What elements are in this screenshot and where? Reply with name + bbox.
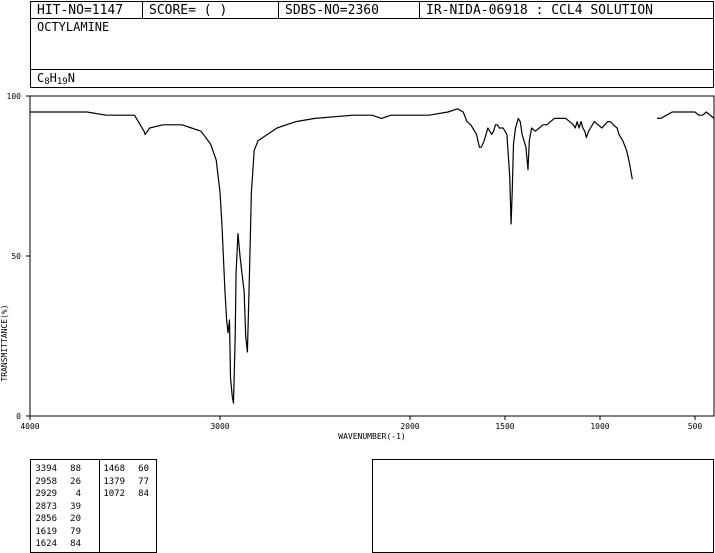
axis-ticks: 4000 3000 2000 1500 1000 500 0 50 100 [7,92,703,431]
peak-table-box: 3394 88 2958 26 2929 4 2873 39 2856 20 1619 79 1624 8… [30,459,157,553]
peak-wavenumber: 1072 [103,489,125,499]
peak-row: 1072 84 [101,488,149,501]
structure-box [372,459,714,553]
x-tick-label: 1500 [495,422,514,431]
peak-transmittance: 39 [70,501,81,512]
peak-row: 1379 77 [101,476,149,489]
peak-row: 2929 4 [33,488,81,501]
x-tick-label: 2000 [400,422,419,431]
spectrum-series [30,108,715,404]
y-tick-label: 100 [7,92,22,101]
x-tick-label: 4000 [20,422,39,431]
y-axis-label: TRANSMITTANCE(%) [0,304,9,381]
formula-box: C8H19N [30,69,714,88]
peak-transmittance: 79 [70,526,81,537]
peak-transmittance: 26 [70,476,81,487]
x-tick-label: 3000 [210,422,229,431]
formula-subscript: 19 [56,77,68,87]
peak-wavenumber: 2873 [35,501,57,512]
x-axis-label: WAVENUMBER(-1) [338,432,405,441]
header-bar: HIT-NO=1147 SCORE= ( ) SDBS-NO=2360 IR-N… [30,1,714,19]
y-tick-label: 0 [16,412,21,421]
peak-row: 1468 60 [101,463,149,476]
hit-number: HIT-NO=1147 [31,2,143,19]
compound-box: OCTYLAMINE [30,18,714,70]
peak-transmittance: 84 [70,539,81,549]
formula-element: N [67,71,75,85]
x-tick-label: 500 [688,422,703,431]
peak-wavenumber: 2929 [35,489,57,499]
peak-row: 3394 88 [33,463,81,476]
peak-transmittance: 60 [138,464,149,474]
peak-wavenumber: 1624 [35,539,57,549]
ir-info: IR-NIDA-06918 : CCL4 SOLUTION [426,3,653,18]
compound-name: OCTYLAMINE [37,20,110,34]
peak-wavenumber: 3394 [35,464,57,474]
score: SCORE= ( ) [143,2,279,19]
y-tick-label: 50 [11,252,21,261]
peak-wavenumber: 2958 [35,476,57,487]
peak-row: 2873 39 [33,501,81,514]
plot-frame [29,95,715,417]
peak-transmittance: 88 [70,464,81,474]
peak-transmittance: 20 [70,514,81,524]
peak-table-column-2: 1468 60 1379 77 1072 84 [101,463,149,501]
peak-row: 1619 79 [33,526,81,539]
formula-element: H [49,71,57,85]
peak-transmittance: 84 [138,489,149,499]
peak-row: 2958 26 [33,476,81,489]
peak-wavenumber: 1468 [103,464,125,474]
peak-wavenumber: 1619 [35,526,57,537]
x-tick-label: 1000 [590,422,609,431]
peak-row: 2856 20 [33,513,81,526]
peak-table-column-1: 3394 88 2958 26 2929 4 2873 39 2856 20 1619 79 1624 8… [33,463,81,551]
peak-transmittance: 4 [75,489,81,499]
sdbs-number: SDBS-NO=2360 [279,2,420,19]
peak-row: 1624 84 [33,538,81,551]
spectrum-line [30,108,633,404]
peak-table-divider [99,460,100,552]
peak-wavenumber: 1379 [103,476,125,487]
peak-transmittance: 77 [138,476,149,487]
peak-wavenumber: 2856 [35,514,57,524]
spectrum-line [657,111,715,119]
molecular-formula: C8H19N [37,71,75,87]
